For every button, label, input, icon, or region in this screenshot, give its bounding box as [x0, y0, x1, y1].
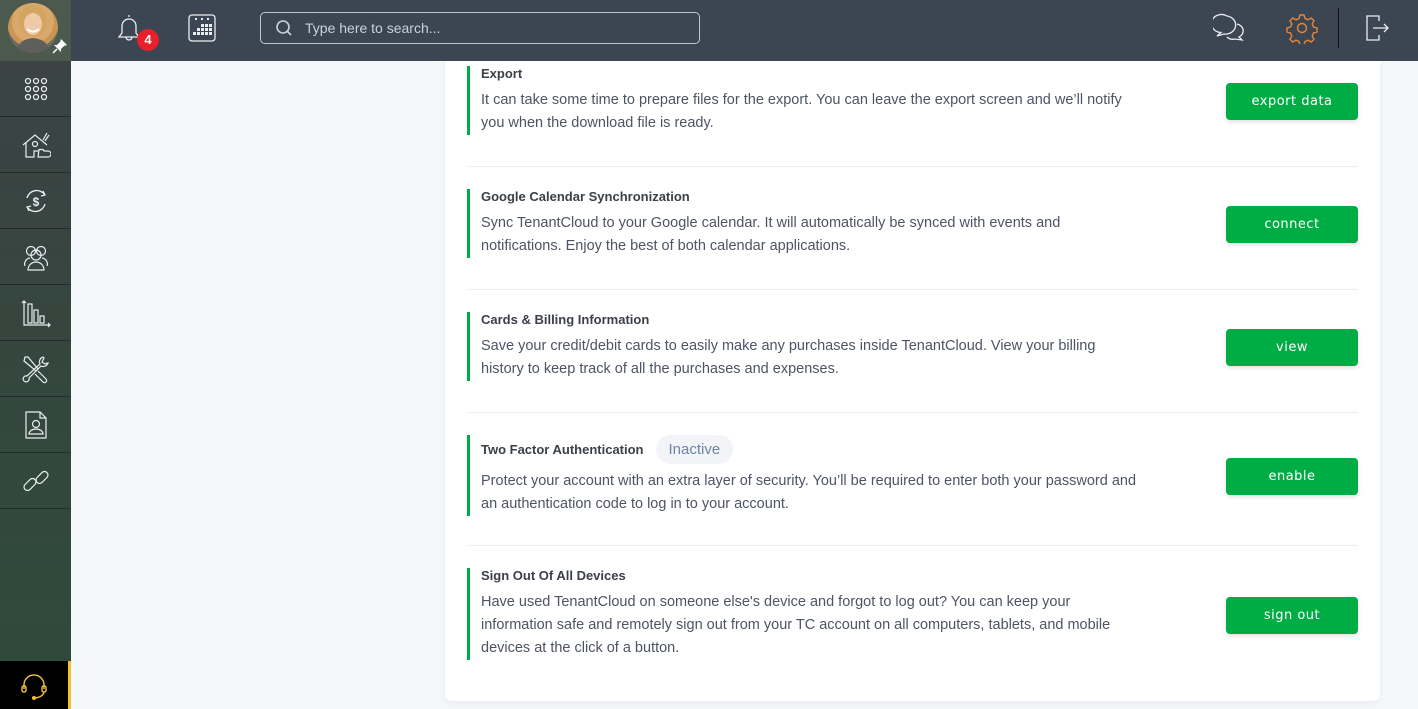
section-title: Cards & Billing Information [481, 312, 650, 327]
maintenance-icon [22, 355, 49, 383]
view-button[interactable]: view [1226, 329, 1358, 366]
sidebar-item-reports[interactable] [0, 285, 71, 341]
connect-button[interactable]: connect [1226, 206, 1358, 243]
sidebar-item-maintenance[interactable] [0, 341, 71, 397]
section-body: Sign Out Of All Devices Have used Tenant… [467, 568, 1141, 660]
apps-grid-icon [24, 77, 47, 100]
section-title-row: Two Factor Authentication Inactive [481, 435, 1141, 464]
sidebar-item-contacts[interactable] [0, 229, 71, 285]
notification-badge: 4 [137, 29, 159, 51]
top-bar: 4 [0, 0, 1418, 61]
section-body: Google Calendar Synchronization Sync Ten… [467, 189, 1141, 258]
user-avatar-area[interactable] [0, 0, 71, 61]
settings-card: Export It can take some time to prepare … [445, 61, 1380, 701]
search-bar[interactable] [260, 12, 700, 44]
enable-button[interactable]: enable [1226, 458, 1358, 495]
section-title: Google Calendar Synchronization [481, 189, 690, 204]
sidebar-item-accounting[interactable]: $ [0, 173, 71, 229]
topbar-divider [1338, 8, 1339, 48]
section-description: Save your credit/debit cards to easily m… [481, 338, 1096, 377]
sidebar-item-apps[interactable] [0, 61, 71, 117]
section-body: Two Factor Authentication Inactive Prote… [467, 435, 1141, 516]
support-button[interactable] [0, 661, 71, 709]
search-icon [276, 20, 292, 36]
section-body: Export It can take some time to prepare … [467, 66, 1141, 135]
reports-icon [21, 299, 51, 327]
section-title: Sign Out Of All Devices [481, 568, 626, 583]
properties-icon [22, 132, 51, 158]
section-body: Cards & Billing Information Save your cr… [467, 312, 1141, 381]
search-input[interactable] [305, 20, 685, 36]
sidebar: $ [0, 61, 71, 661]
settings-gear-icon[interactable] [1286, 12, 1318, 44]
svg-text:$: $ [32, 195, 39, 209]
sign-out-button[interactable]: sign out [1226, 597, 1358, 634]
section-title: Two Factor Authentication [481, 442, 644, 457]
applications-icon [24, 410, 47, 439]
sidebar-item-properties[interactable] [0, 117, 71, 173]
sidebar-item-links[interactable] [0, 453, 71, 509]
chat-icon[interactable] [1213, 12, 1245, 44]
section-description: It can take some time to prepare files f… [481, 92, 1122, 131]
section-description: Protect your account with an extra layer… [481, 473, 1137, 512]
two-factor-section: Two Factor Authentication Inactive Prote… [467, 413, 1358, 546]
contacts-icon [23, 245, 48, 271]
pin-icon[interactable] [52, 38, 68, 54]
logout-icon[interactable] [1361, 12, 1393, 44]
link-icon [22, 470, 49, 491]
section-description: Have used TenantCloud on someone else's … [481, 594, 1111, 656]
status-badge: Inactive [655, 435, 734, 464]
sidebar-item-applications[interactable] [0, 397, 71, 453]
section-title: Export [481, 66, 523, 81]
sign-out-section: Sign Out Of All Devices Have used Tenant… [467, 546, 1358, 701]
export-section: Export It can take some time to prepare … [467, 61, 1358, 167]
headset-icon [21, 674, 47, 700]
google-calendar-section: Google Calendar Synchronization Sync Ten… [467, 167, 1358, 290]
export-data-button[interactable]: export data [1226, 83, 1358, 120]
section-description: Sync TenantCloud to your Google calendar… [481, 215, 1061, 254]
accounting-icon: $ [25, 189, 46, 212]
cards-billing-section: Cards & Billing Information Save your cr… [467, 290, 1358, 413]
avatar[interactable] [8, 3, 58, 53]
calendar-icon[interactable] [186, 12, 218, 44]
